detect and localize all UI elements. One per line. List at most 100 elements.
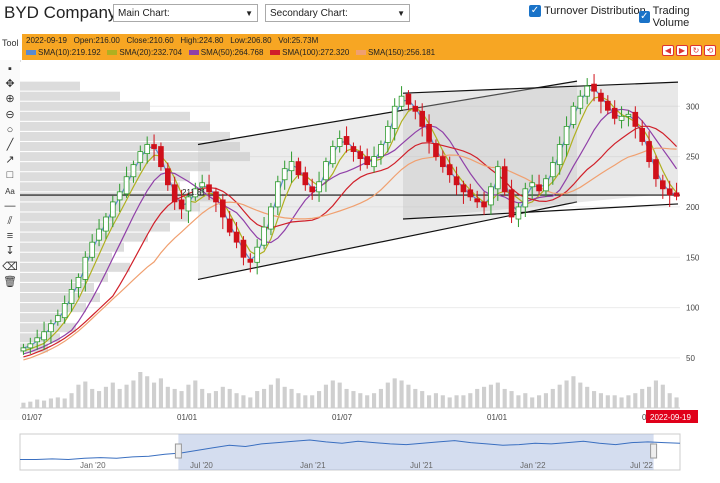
candle-body: [20, 347, 27, 352]
candle-body: [268, 206, 274, 230]
volume-bar: [323, 384, 328, 408]
candle-body: [646, 141, 652, 163]
volume-bar: [660, 384, 665, 408]
candle-body: [61, 303, 68, 319]
volume-bar: [495, 382, 500, 408]
last-date-label: 2022-09-19: [650, 413, 691, 422]
candle-body: [350, 146, 357, 152]
volume-bar: [97, 391, 102, 408]
candle-body: [419, 110, 425, 127]
volume-bar: [358, 393, 363, 408]
navigator-label: Jul '20: [190, 461, 213, 470]
candle-body: [563, 126, 570, 145]
volume-bar: [103, 386, 108, 408]
candle-body: [550, 162, 556, 178]
volume-bar: [248, 397, 253, 408]
volume-bar: [227, 388, 232, 408]
volume-bar: [612, 395, 617, 408]
candle-body: [288, 161, 295, 172]
volume-bar: [35, 399, 40, 408]
candle-body: [158, 146, 164, 168]
candle-body: [247, 258, 254, 263]
turnover-bar: [20, 272, 108, 282]
candle-body: [213, 191, 219, 203]
volume-bar: [440, 395, 445, 408]
volume-bar: [28, 401, 33, 408]
volume-bar: [158, 378, 163, 408]
volume-bar: [207, 393, 212, 408]
candle-body: [618, 115, 625, 121]
candle-body: [41, 331, 47, 341]
volume-bar: [482, 386, 487, 408]
candle-body: [336, 138, 343, 147]
navigator-label: Jul '22: [630, 461, 653, 470]
candle-body: [130, 164, 137, 178]
volume-bar: [667, 393, 672, 408]
candle-body: [467, 189, 474, 198]
y-tick-label: 50: [686, 354, 695, 363]
turnover-bar: [20, 242, 124, 252]
candle-body: [611, 107, 618, 119]
volume-bar: [488, 384, 493, 408]
volume-bar: [557, 384, 562, 408]
volume-bar: [475, 388, 480, 408]
volume-bar: [378, 388, 383, 408]
candle-body: [378, 144, 384, 158]
candle-body: [405, 93, 412, 105]
volume-bar: [413, 388, 418, 408]
y-tick-label: 300: [686, 102, 700, 111]
candle-body: [653, 159, 659, 180]
volume-bar: [578, 382, 583, 408]
candle-body: [151, 144, 157, 149]
candle-body: [605, 100, 611, 111]
x-tick-label: 01/01: [177, 413, 198, 422]
volume-bar: [110, 382, 115, 408]
candle-body: [82, 256, 89, 280]
price-chart[interactable]: 50100150200250300 01/0701/0101/0701/0101…: [0, 0, 720, 483]
volume-bar: [282, 386, 287, 408]
candle-body: [185, 196, 192, 212]
y-axis: 50 100 150 200 250 300: [686, 102, 700, 363]
turnover-bar: [20, 222, 170, 232]
candle-body: [48, 323, 54, 333]
volume-bar: [351, 391, 356, 408]
turnover-bar: [20, 131, 230, 141]
volume-bar: [220, 386, 225, 408]
candle-body: [275, 181, 281, 208]
volume-bar: [372, 393, 377, 408]
navigator[interactable]: Jan '20 Jul '20 Jan '21 Jul '21 Jan '22 Jul '…: [19, 433, 681, 471]
turnover-bar: [20, 162, 210, 172]
volume-bar: [330, 380, 335, 408]
volume-bar: [21, 402, 26, 408]
candle-body: [543, 178, 549, 192]
volume-bar: [516, 395, 521, 408]
volume-bar: [640, 388, 645, 408]
candle-body: [453, 176, 460, 186]
volume-bar: [200, 388, 205, 408]
candle-body: [27, 343, 34, 349]
price-annotation: 211.81: [182, 188, 206, 197]
candle-body: [309, 186, 315, 193]
volume-bar: [317, 391, 322, 408]
candle-body: [281, 168, 288, 181]
candle-body: [206, 184, 212, 193]
volume-bar: [296, 393, 301, 408]
candle-body: [316, 181, 322, 193]
turnover-bar: [20, 182, 180, 192]
navigator-label: Jan '21: [300, 461, 326, 470]
volume-bar: [145, 376, 150, 408]
turnover-bar: [20, 101, 150, 111]
candle-body: [357, 151, 364, 160]
candle-body: [639, 128, 645, 142]
volume-bar: [69, 393, 74, 408]
candle-body: [673, 192, 680, 197]
volume-bar: [523, 393, 528, 408]
volume-bar: [509, 391, 514, 408]
candle-body: [515, 206, 522, 220]
volume-bar: [592, 391, 597, 408]
turnover-bar: [20, 91, 120, 101]
volume-bar: [48, 398, 53, 408]
candle-body: [116, 191, 123, 201]
volume-bar: [55, 397, 60, 408]
volume-bar: [90, 388, 95, 408]
